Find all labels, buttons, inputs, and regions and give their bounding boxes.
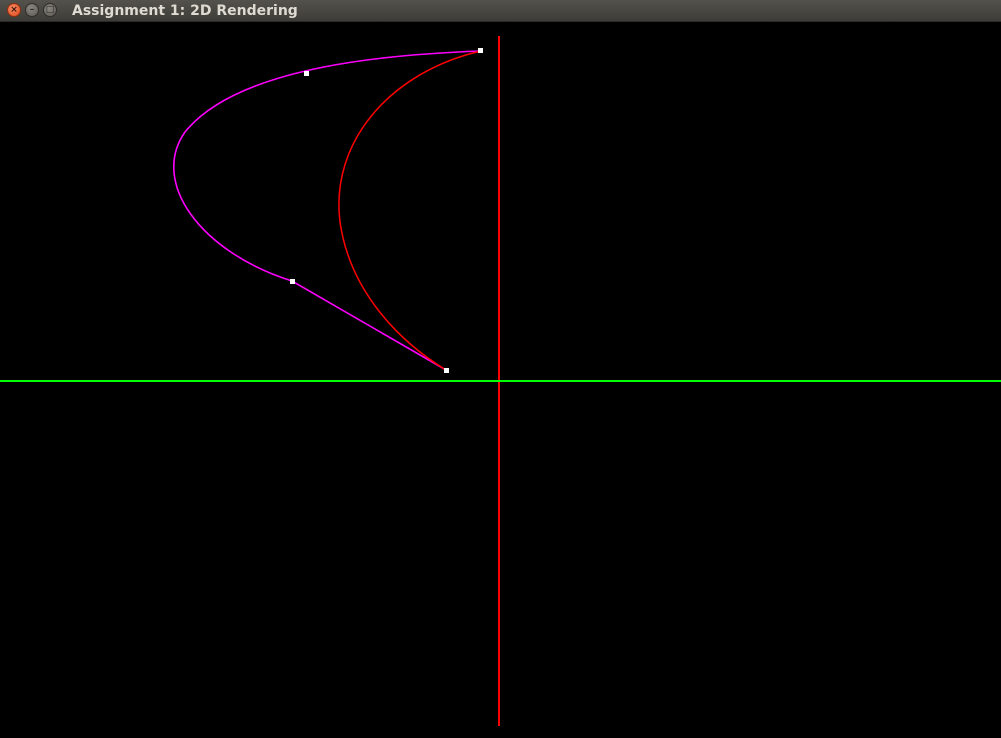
bezier-curve bbox=[173, 50, 482, 371]
title-bar[interactable]: × – □ Assignment 1: 2D Rendering bbox=[0, 0, 1001, 22]
window-controls: × – □ bbox=[7, 3, 57, 19]
control-point[interactable] bbox=[290, 279, 295, 284]
control-point[interactable] bbox=[444, 368, 449, 373]
app-window: × – □ Assignment 1: 2D Rendering bbox=[0, 0, 1001, 738]
window-title: Assignment 1: 2D Rendering bbox=[72, 3, 298, 19]
maximize-icon[interactable]: □ bbox=[43, 3, 57, 17]
minimize-icon[interactable]: – bbox=[25, 3, 39, 17]
render-canvas[interactable] bbox=[0, 22, 1001, 738]
red-curve bbox=[338, 50, 482, 371]
scene-svg bbox=[0, 36, 1001, 726]
close-icon[interactable]: × bbox=[7, 3, 21, 17]
control-point[interactable] bbox=[478, 48, 483, 53]
control-point[interactable] bbox=[304, 71, 309, 76]
